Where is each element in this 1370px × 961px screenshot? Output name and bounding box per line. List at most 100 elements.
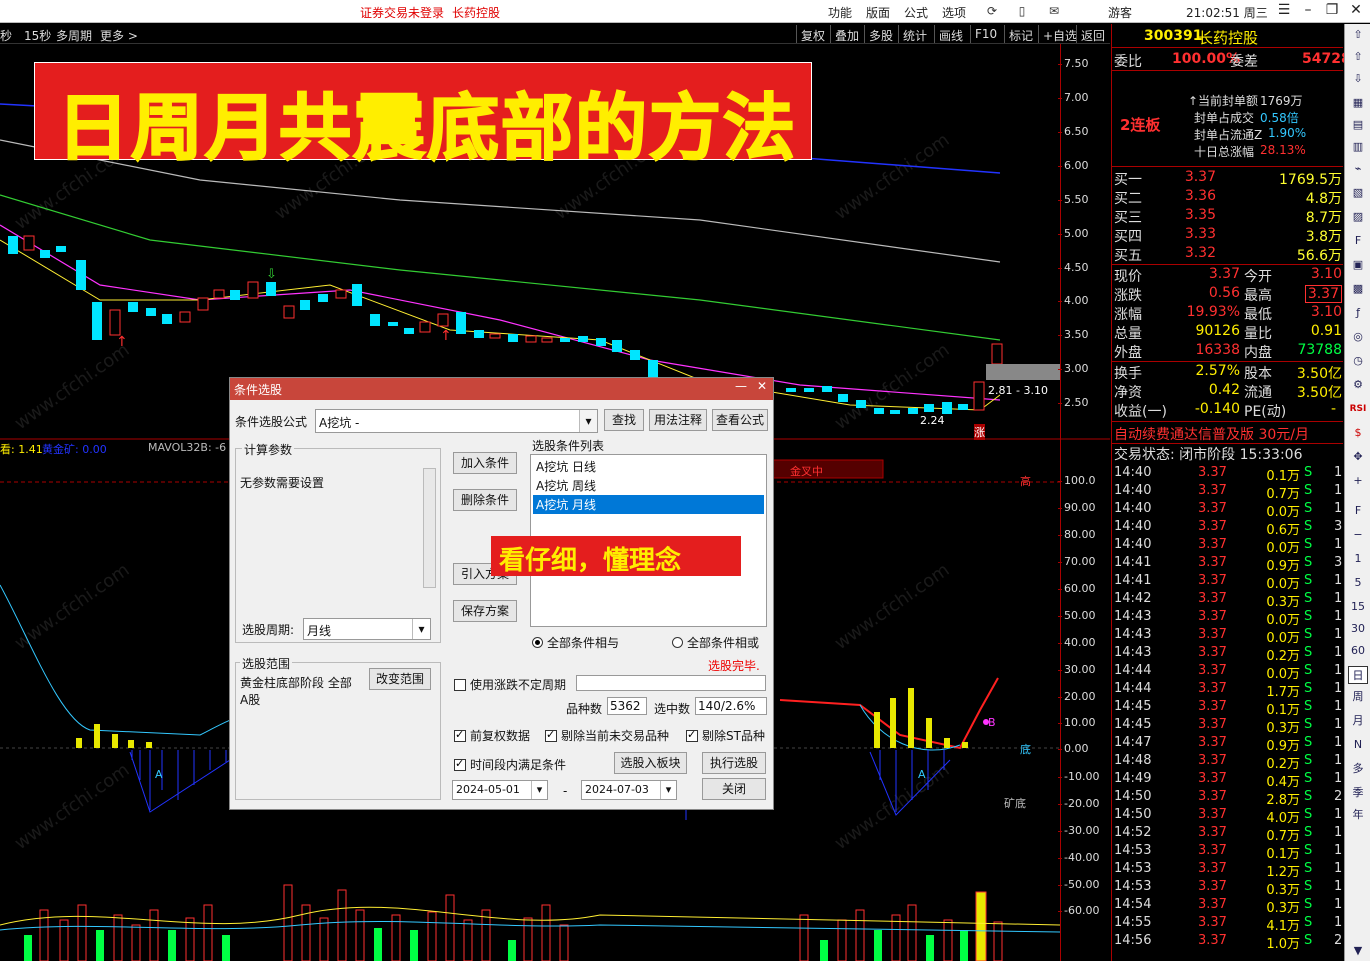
period-n[interactable]: N (1348, 736, 1368, 754)
btn-stats[interactable]: 统计 (898, 25, 931, 43)
period-week[interactable]: 周 (1348, 688, 1368, 706)
and-all-radio[interactable]: 全部条件相与 (532, 634, 619, 651)
trend-icon[interactable]: ⌁ (1348, 160, 1368, 178)
calc-params-title: 计算参数 (242, 441, 295, 458)
menu-layout[interactable]: 版面 (866, 4, 890, 21)
uncertain-period-input[interactable] (576, 675, 766, 691)
date-from-input[interactable]: 2024-05-01 ▾ (452, 780, 548, 800)
or-all-radio[interactable]: 全部条件相或 (672, 634, 759, 651)
restore-icon[interactable]: ❐ (1322, 2, 1342, 18)
minus-icon[interactable]: − (1348, 526, 1368, 544)
view-formula-button[interactable]: 查看公式 (712, 409, 768, 431)
period-1[interactable]: 1 (1348, 550, 1368, 568)
btn-multi-stock[interactable]: 多股 (864, 25, 897, 43)
chevron-down-icon[interactable]: ▾ (579, 410, 597, 432)
ad-link[interactable]: 自动续费通达信普及版 30元/月 (1114, 424, 1309, 444)
grid-icon[interactable]: ▦ (1348, 94, 1368, 112)
btn-f10[interactable]: F10 (970, 25, 1001, 43)
chart-icon[interactable]: ▥ (1348, 138, 1368, 156)
period-15[interactable]: 15 (1348, 598, 1368, 616)
fio-icon[interactable]: F (1348, 232, 1368, 250)
mail-icon[interactable]: ✉ (1046, 3, 1062, 19)
up-arrow-icon[interactable]: ⇧ (1348, 48, 1368, 66)
news-icon[interactable]: ▧ (1348, 184, 1368, 202)
phone-icon[interactable]: ▯ (1014, 3, 1030, 19)
settings-icon[interactable]: ⚙ (1348, 376, 1368, 394)
menu-function[interactable]: 功能 (828, 4, 852, 21)
period-day[interactable]: 日 (1348, 666, 1368, 684)
close-icon[interactable]: ✕ (1346, 2, 1366, 18)
opt-fuquan-checkbox[interactable]: 前复权数据 (454, 727, 530, 744)
period-sec[interactable]: 秒 (0, 27, 12, 44)
dollar-icon[interactable]: $ (1348, 424, 1368, 442)
opt-st-checkbox[interactable]: 剔除ST品种 (686, 727, 765, 744)
up-arrow-icon[interactable]: ⇧ (1348, 26, 1368, 44)
period-multi[interactable]: 多 (1348, 760, 1368, 778)
usage-button[interactable]: 用法注释 (649, 409, 707, 431)
add-condition-button[interactable]: 加入条件 (453, 452, 517, 474)
condition-item-selected[interactable]: A挖坑 月线 (533, 495, 764, 514)
period-season[interactable]: 季 (1348, 784, 1368, 802)
indicator-tick: -50.00 (1057, 878, 1100, 891)
cross-move-icon[interactable]: ✥ (1348, 448, 1368, 466)
to-block-button[interactable]: 选股入板块 (614, 752, 687, 774)
menu-formula[interactable]: 公式 (904, 4, 928, 21)
period-60[interactable]: 60 (1348, 642, 1368, 660)
seal-value: 0.58倍 (1260, 111, 1299, 125)
date-to-input[interactable]: 2024-07-03 ▾ (581, 780, 677, 800)
delete-condition-button[interactable]: 删除条件 (453, 489, 517, 511)
list-icon[interactable]: ▤ (1348, 116, 1368, 134)
opt-period-checkbox[interactable]: 时间段内满足条件 (454, 756, 566, 773)
condition-item[interactable]: A挖坑 周线 (533, 476, 599, 495)
user-name: 游客 (1108, 6, 1133, 20)
period-year[interactable]: 年 (1348, 806, 1368, 824)
uncertain-period-checkbox[interactable]: 使用涨跌不定周期 (454, 676, 566, 693)
menu-icon[interactable]: ☰ (1274, 2, 1294, 18)
zoom-in-icon[interactable]: + (1348, 472, 1368, 490)
chevron-down-icon[interactable]: ▾ (412, 619, 430, 639)
period-5[interactable]: 5 (1348, 574, 1368, 592)
board-icon[interactable]: ▣ (1348, 256, 1368, 274)
fx-icon[interactable]: ƒ (1348, 304, 1368, 322)
dialog-titlebar[interactable]: 条件选股 — ✕ (230, 378, 773, 400)
board-icon[interactable]: ▩ (1348, 280, 1368, 298)
params-scrollbar[interactable] (423, 468, 436, 588)
period-15sec[interactable]: 15秒 (24, 27, 51, 44)
login-warning[interactable]: 证券交易未登录 (360, 4, 444, 21)
period-more[interactable]: 更多 > (100, 27, 138, 44)
execute-button[interactable]: 执行选股 (702, 752, 766, 774)
change-range-button[interactable]: 改变范围 (369, 668, 431, 690)
chevron-down-icon[interactable]: ▾ (660, 781, 676, 799)
period-multi[interactable]: 多周期 (56, 27, 92, 44)
chevron-down-icon[interactable]: ▾ (531, 781, 547, 799)
opt-notrade-checkbox[interactable]: 剔除当前未交易品种 (545, 727, 669, 744)
minimize-icon[interactable]: — (735, 379, 747, 393)
menu-options[interactable]: 选项 (942, 4, 966, 21)
minimize-icon[interactable]: – (1298, 2, 1318, 18)
volume-ma-cyan (0, 920, 1061, 933)
refresh-icon[interactable]: ⟳ (984, 3, 1000, 19)
btn-draw[interactable]: 画线 (934, 25, 967, 43)
btn-mark[interactable]: 标记 (1004, 25, 1037, 43)
fio-icon[interactable]: F (1348, 502, 1368, 520)
clock-icon[interactable]: ◷ (1348, 352, 1368, 370)
close-icon[interactable]: ✕ (757, 379, 767, 393)
scroll-down-icon[interactable]: ▼ (1348, 942, 1368, 960)
save-scheme-button[interactable]: 保存方案 (453, 600, 517, 622)
period-select[interactable]: 月线 ▾ (303, 618, 431, 640)
close-button[interactable]: 关闭 (702, 778, 766, 800)
down-arrow-icon[interactable]: ⇩ (1348, 70, 1368, 88)
btn-overlay[interactable]: 叠加 (830, 25, 863, 43)
period-30[interactable]: 30 (1348, 620, 1368, 638)
btn-fuquan[interactable]: 复权 (796, 25, 829, 43)
period-month[interactable]: 月 (1348, 712, 1368, 730)
divider (1111, 166, 1343, 167)
formula-select[interactable]: A挖坑 - ▾ (315, 409, 598, 433)
condition-item[interactable]: A挖坑 日线 (533, 457, 599, 476)
news-icon[interactable]: ▨ (1348, 208, 1368, 226)
btn-add-favorite[interactable]: +自选 (1038, 25, 1081, 43)
circle-icon[interactable]: ◎ (1348, 328, 1368, 346)
rsi-icon[interactable]: RSI (1348, 400, 1368, 418)
btn-back[interactable]: 返回 (1076, 25, 1109, 43)
find-button[interactable]: 查找 (604, 409, 644, 431)
